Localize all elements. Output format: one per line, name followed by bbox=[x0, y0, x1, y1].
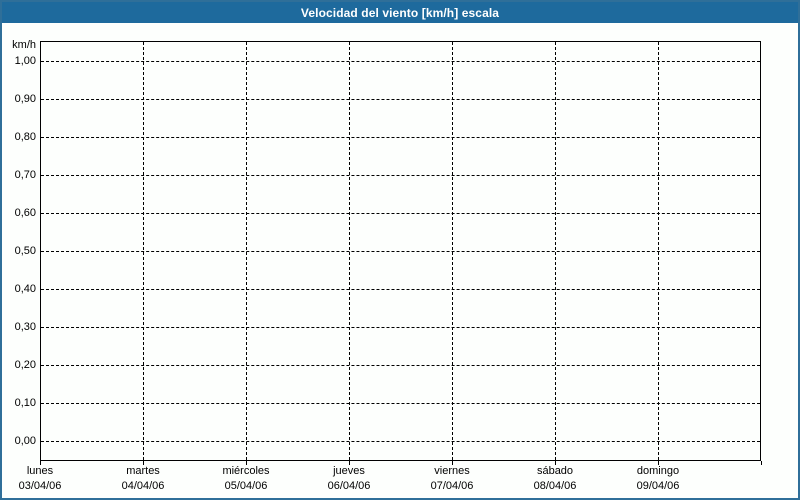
gridline-horizontal bbox=[41, 327, 760, 328]
y-axis-tick-label: 0,50 bbox=[14, 245, 36, 257]
gridline-horizontal bbox=[41, 289, 760, 290]
x-axis-day-label: sábado bbox=[536, 465, 574, 477]
y-axis-unit-label: km/h bbox=[12, 39, 36, 51]
gridline-vertical bbox=[555, 42, 556, 460]
y-axis-tick-label: 0,60 bbox=[14, 207, 36, 219]
gridline-horizontal bbox=[41, 403, 760, 404]
chart-title: Velocidad del viento [km/h] escala bbox=[300, 5, 500, 20]
gridline-horizontal bbox=[41, 251, 760, 252]
x-axis-date-label: 03/04/06 bbox=[18, 480, 62, 492]
x-axis-tick bbox=[761, 461, 762, 465]
x-axis-day-label: viernes bbox=[434, 465, 470, 477]
x-axis-date-label: 07/04/06 bbox=[430, 480, 474, 492]
chart-title-bar: Velocidad del viento [km/h] escala bbox=[2, 2, 798, 23]
gridline-horizontal bbox=[41, 441, 760, 442]
gridline-vertical bbox=[452, 42, 453, 460]
x-axis-date-label: 05/04/06 bbox=[224, 480, 268, 492]
y-axis-tick-label: 0,40 bbox=[14, 283, 36, 295]
gridline-horizontal bbox=[41, 137, 760, 138]
gridline-vertical bbox=[246, 42, 247, 460]
chart-area: km/h 1,00 0,90 0,80 0,70 0,60 0,50 0,40 0,30 0,2… bbox=[2, 23, 798, 498]
y-axis-tick-label: 1,00 bbox=[14, 55, 36, 67]
gridline-horizontal bbox=[41, 99, 760, 100]
x-axis-day-label: lunes bbox=[26, 465, 54, 477]
x-axis-date-label: 06/04/06 bbox=[327, 480, 371, 492]
y-axis-tick-label: 0,10 bbox=[14, 397, 36, 409]
y-axis-tick-label: 0,80 bbox=[14, 131, 36, 143]
gridline-horizontal bbox=[41, 61, 760, 62]
x-axis-date-label: 09/04/06 bbox=[636, 480, 680, 492]
gridline-vertical bbox=[143, 42, 144, 460]
gridline-horizontal bbox=[41, 365, 760, 366]
y-axis-tick-label: 0,90 bbox=[14, 93, 36, 105]
y-axis-tick-label: 0,20 bbox=[14, 359, 36, 371]
gridline-horizontal bbox=[41, 213, 760, 214]
x-axis-date-label: 08/04/06 bbox=[533, 480, 577, 492]
gridline-vertical bbox=[658, 42, 659, 460]
x-axis-day-label: miércoles bbox=[222, 465, 270, 477]
y-axis-tick-label: 0,30 bbox=[14, 321, 36, 333]
x-axis-day-label: jueves bbox=[333, 465, 365, 477]
y-axis-tick-label: 0,00 bbox=[14, 435, 36, 447]
gridline-horizontal bbox=[41, 175, 760, 176]
chart-window: Velocidad del viento [km/h] escala km/h … bbox=[0, 0, 800, 500]
gridline-vertical bbox=[349, 42, 350, 460]
y-axis-tick-label: 0,70 bbox=[14, 169, 36, 181]
x-axis-day-label: martes bbox=[126, 465, 160, 477]
x-axis-date-label: 04/04/06 bbox=[121, 480, 165, 492]
x-axis-day-label: domingo bbox=[636, 465, 680, 477]
